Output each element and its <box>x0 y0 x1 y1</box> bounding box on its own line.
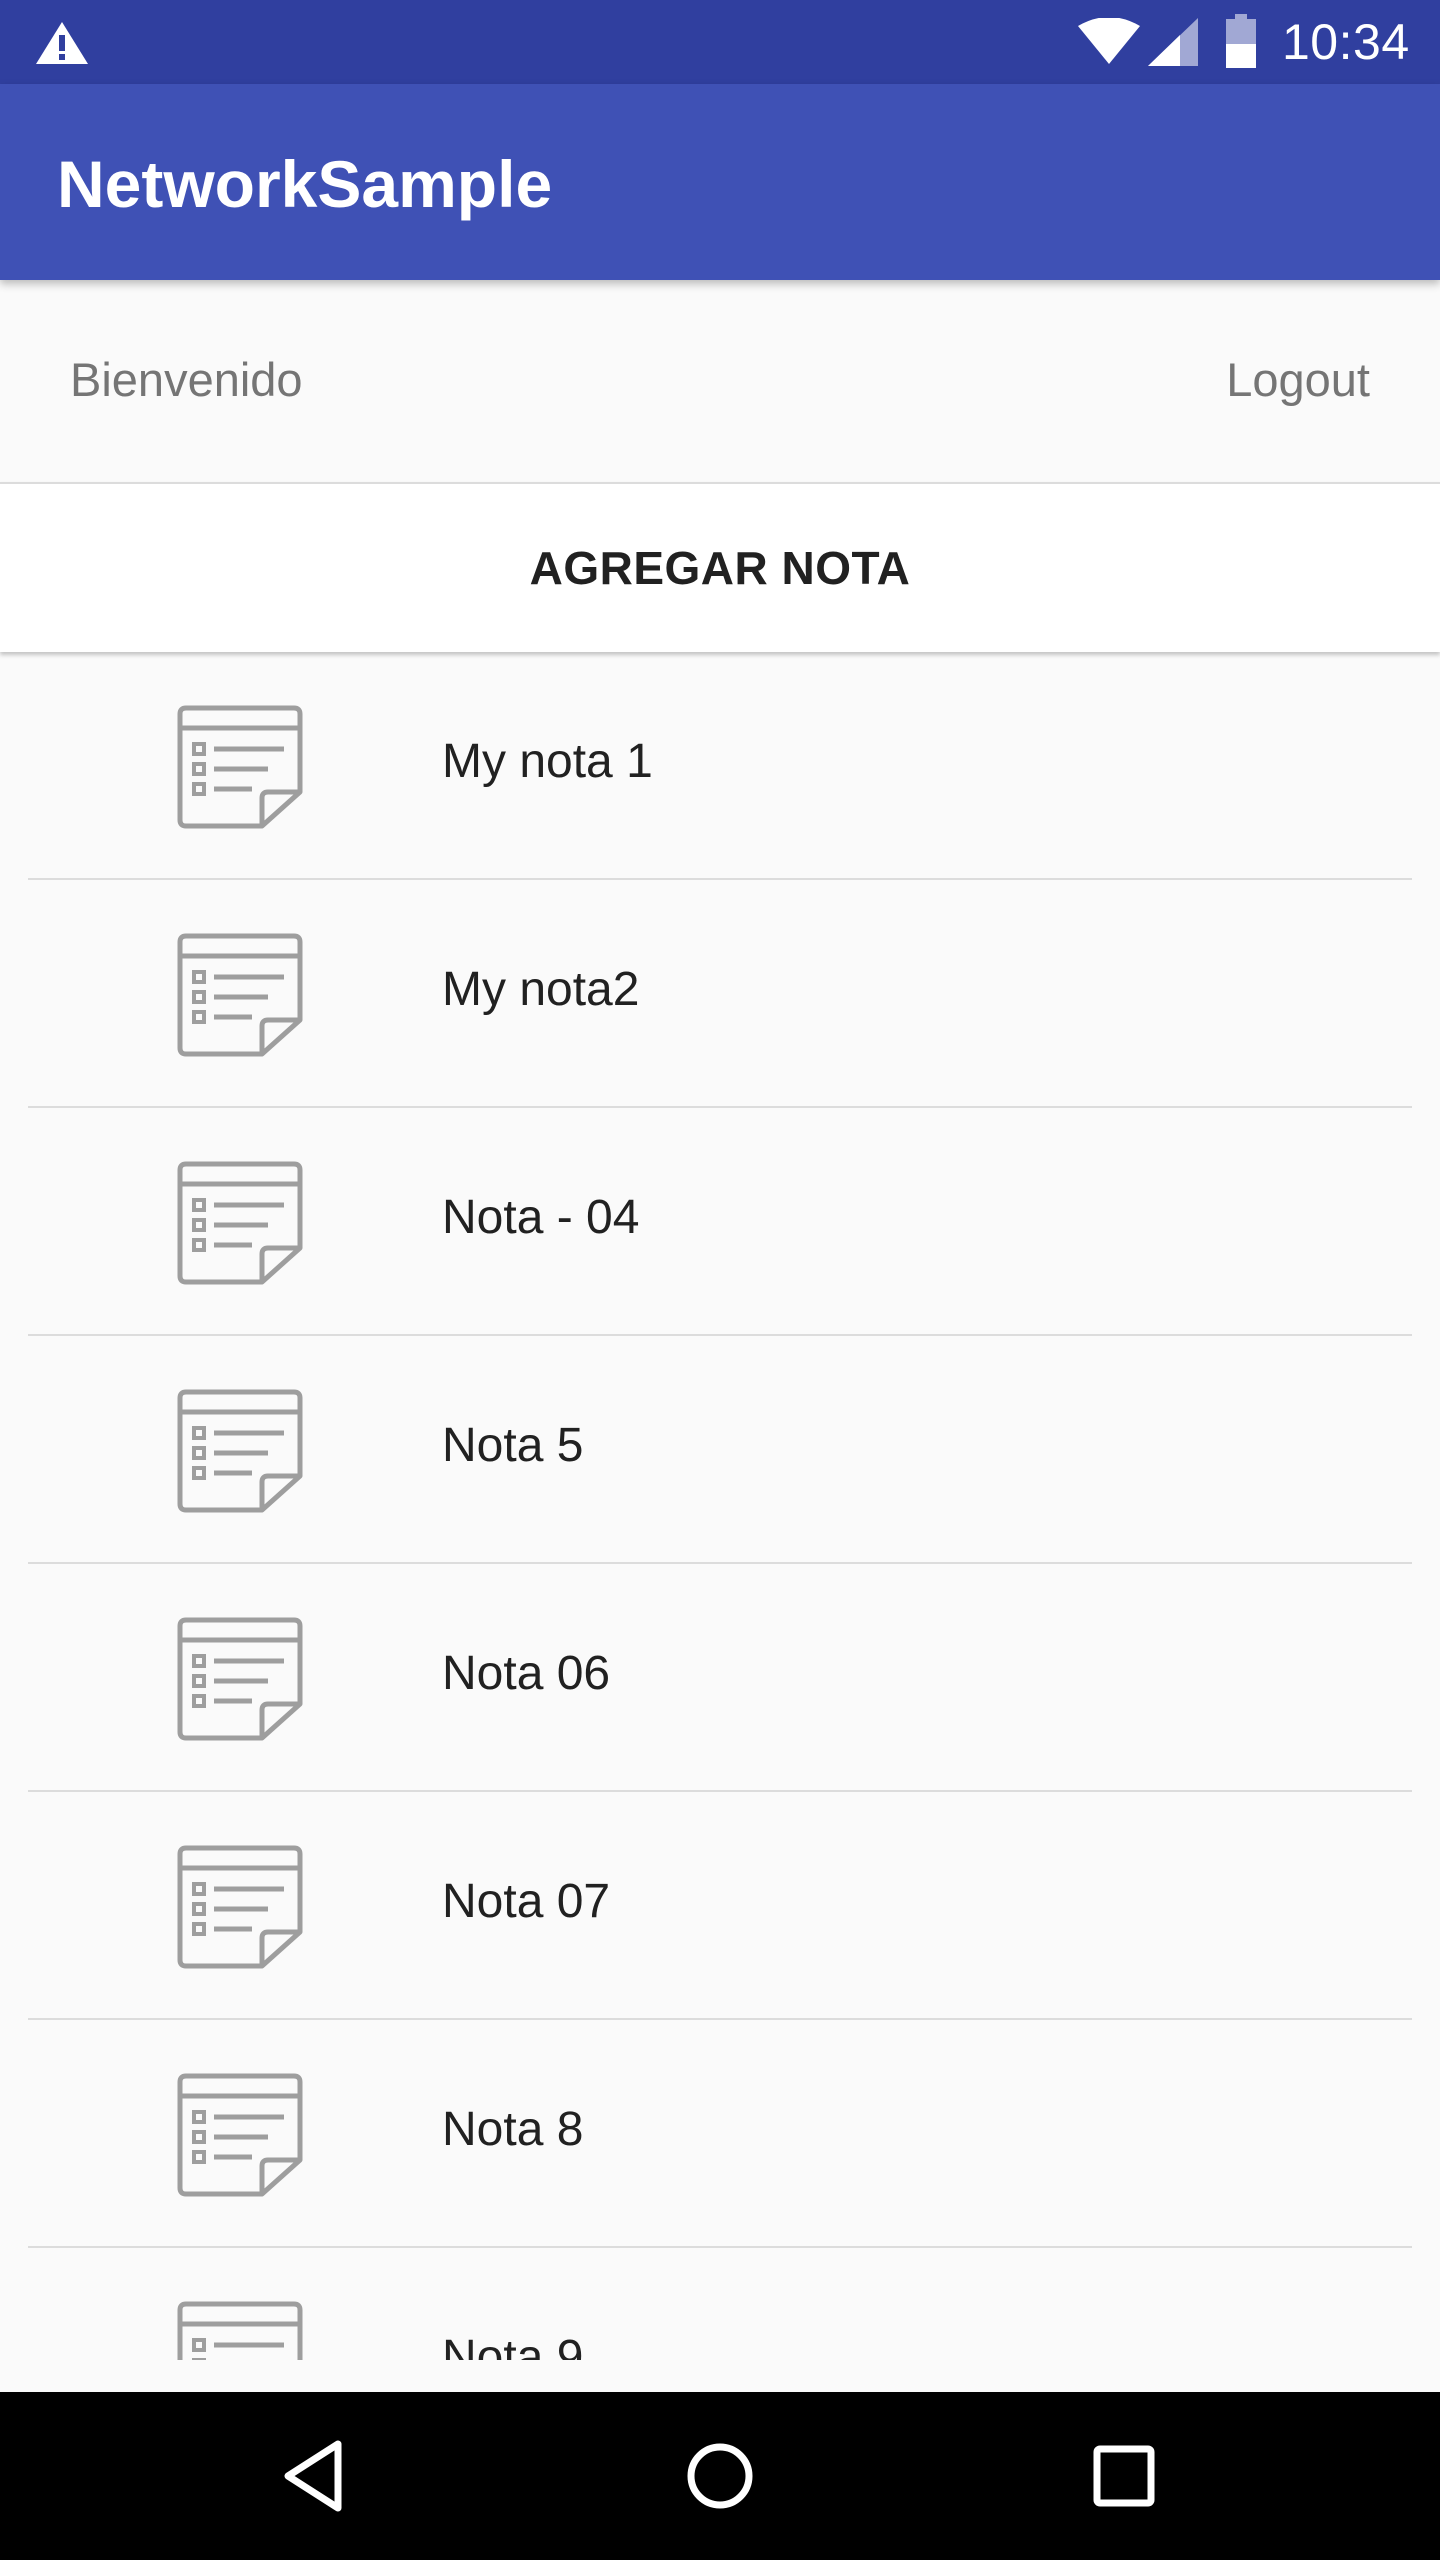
welcome-row: Bienvenido Logout <box>0 280 1440 480</box>
list-item[interactable]: My nota2 <box>0 880 1440 1108</box>
list-item[interactable]: Nota - 04 <box>0 1108 1440 1336</box>
note-title: My nota2 <box>442 963 640 1016</box>
app-title: NetworkSample <box>57 147 553 221</box>
note-icon <box>177 1845 303 1969</box>
back-icon[interactable] <box>266 2426 366 2526</box>
note-title: My nota 1 <box>442 735 653 788</box>
list-item[interactable]: My nota 1 <box>0 652 1440 880</box>
list-item[interactable]: Nota 06 <box>0 1564 1440 1792</box>
note-title: Nota 8 <box>442 2103 584 2156</box>
home-icon[interactable] <box>670 2426 770 2526</box>
welcome-text: Bienvenido <box>70 353 303 406</box>
add-note-button[interactable]: AGREGAR NOTA <box>0 482 1440 652</box>
note-title: Nota 07 <box>442 1875 611 1928</box>
status-time: 10:34 <box>1282 14 1410 70</box>
note-icon <box>177 705 303 829</box>
note-title: Nota 06 <box>442 1647 611 1700</box>
system-nav-bar <box>0 2392 1440 2560</box>
status-bar: 10:34 <box>0 0 1440 84</box>
battery-icon <box>1226 14 1256 68</box>
app-bar: NetworkSample <box>0 84 1440 280</box>
note-icon <box>177 2301 303 2360</box>
note-title: Nota 9 <box>442 2331 584 2360</box>
list-item[interactable]: Nota 5 <box>0 1336 1440 1564</box>
warning-icon <box>36 22 88 64</box>
list-item[interactable]: Nota 07 <box>0 1792 1440 2020</box>
cell-signal-icon <box>1148 18 1198 66</box>
note-icon <box>177 1389 303 1513</box>
note-icon <box>177 933 303 1057</box>
note-icon <box>177 1161 303 1285</box>
wifi-icon <box>1078 18 1140 64</box>
list-item[interactable]: Nota 8 <box>0 2020 1440 2248</box>
notes-list[interactable]: My nota 1 My nota2 Nota - 04 Nota 5 Nota… <box>0 652 1440 2360</box>
note-icon <box>177 2073 303 2197</box>
list-item[interactable]: Nota 9 <box>0 2248 1440 2360</box>
note-title: Nota 5 <box>442 1419 584 1472</box>
recents-icon[interactable] <box>1074 2426 1174 2526</box>
note-title: Nota - 04 <box>442 1191 640 1244</box>
note-icon <box>177 1617 303 1741</box>
logout-button[interactable]: Logout <box>1226 352 1370 407</box>
